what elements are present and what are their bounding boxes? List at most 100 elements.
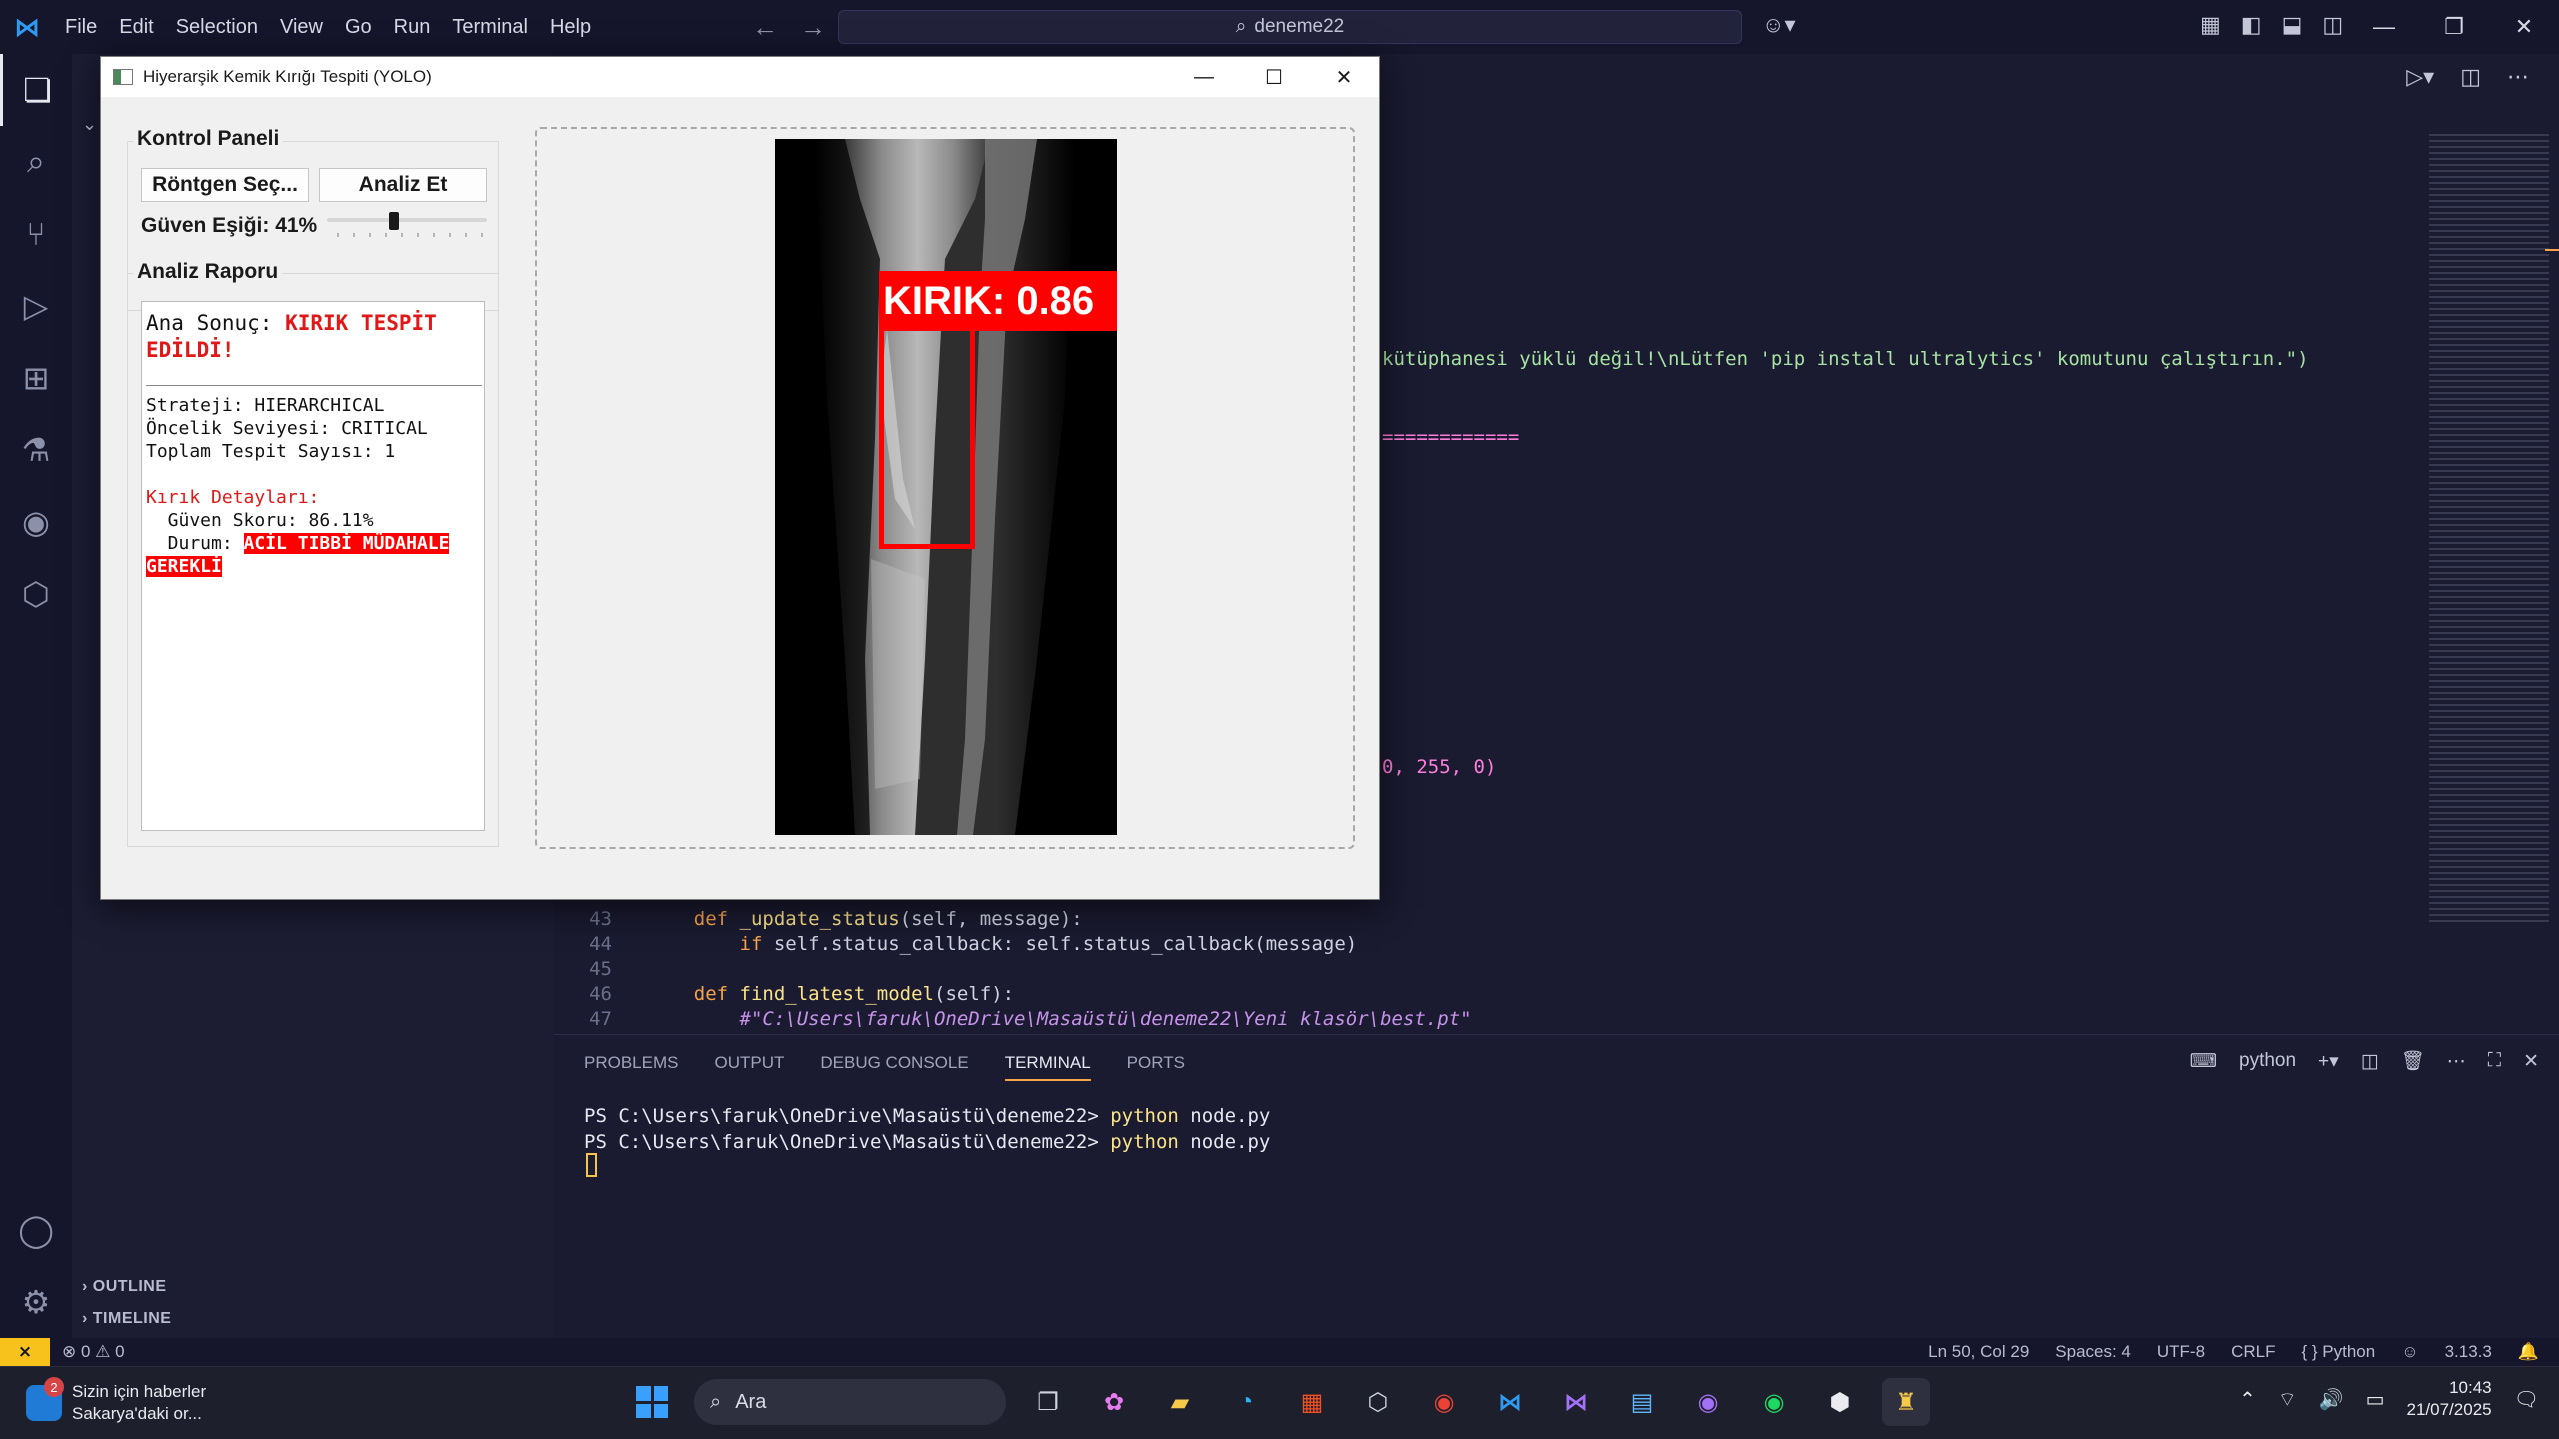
forward-arrow-icon[interactable]: → <box>800 12 826 43</box>
app-maximize-icon[interactable]: ☐ <box>1239 57 1309 97</box>
timeline-label: TIMELINE <box>92 1310 172 1327</box>
volume-icon[interactable]: 🔊 <box>2319 1387 2344 1412</box>
toggle-secondary-sidebar-icon[interactable]: ◫ <box>2322 12 2343 38</box>
menu-go[interactable]: Go <box>334 0 383 54</box>
menu-edit[interactable]: Edit <box>108 0 164 54</box>
menu-selection[interactable]: Selection <box>165 0 269 54</box>
close-icon[interactable]: ✕ <box>2489 0 2559 54</box>
source-control-icon[interactable]: ⑂ <box>0 198 72 270</box>
search-icon: ⌕ <box>710 1390 722 1413</box>
encoding[interactable]: UTF-8 <box>2157 1342 2205 1362</box>
minimap[interactable] <box>2429 134 2549 924</box>
chevron-down-icon[interactable]: ⌄ <box>82 114 97 135</box>
run-python-icon[interactable]: ▷▾ <box>2406 64 2434 90</box>
vscode-taskbar-icon[interactable]: ⋈ <box>1486 1378 1534 1426</box>
menu-help[interactable]: Help <box>539 0 602 54</box>
analyze-button[interactable]: Analiz Et <box>319 168 487 202</box>
toggle-sidebar-icon[interactable]: ◧ <box>2241 12 2262 38</box>
maximize-panel-icon[interactable]: ⛶ <box>2488 1050 2501 1072</box>
tab-ports[interactable]: PORTS <box>1127 1053 1185 1081</box>
restore-icon[interactable]: ❐ <box>2419 0 2489 54</box>
notifications-bell-icon[interactable]: 🔔 <box>2518 1342 2539 1362</box>
copilot-status-icon[interactable]: ☺ <box>2401 1342 2418 1362</box>
remote-indicator-icon[interactable]: ⨯ <box>0 1338 50 1366</box>
menu-terminal[interactable]: Terminal <box>441 0 539 54</box>
visual-studio-icon[interactable]: ⋈ <box>1552 1378 1600 1426</box>
language-mode[interactable]: { } Python <box>2301 1342 2375 1362</box>
copilot-app-icon[interactable]: ✿ <box>1090 1378 1138 1426</box>
extensions-icon[interactable]: ⊞ <box>0 342 72 414</box>
split-editor-icon[interactable]: ◫ <box>2460 64 2481 90</box>
terminal-line: PS C:\Users\faruk\OneDrive\Masaüstü\dene… <box>584 1131 1271 1153</box>
python-version[interactable]: 3.13.3 <box>2445 1342 2492 1362</box>
tab-problems[interactable]: PROBLEMS <box>584 1053 678 1081</box>
taskbar-search[interactable]: ⌕ Ara <box>694 1379 1006 1425</box>
cursor-position[interactable]: Ln 50, Col 29 <box>1928 1342 2029 1362</box>
tab-terminal[interactable]: TERMINAL <box>1004 1053 1091 1081</box>
github-desktop-icon[interactable]: ◉ <box>1684 1378 1732 1426</box>
end-of-line[interactable]: CRLF <box>2231 1342 2275 1362</box>
toggle-panel-icon[interactable]: ⬓ <box>2282 12 2303 38</box>
battery-icon[interactable]: ▭ <box>2366 1387 2385 1412</box>
tray-overflow-icon[interactable]: ⌃ <box>2239 1387 2256 1412</box>
more-actions-icon[interactable]: ⋯ <box>2507 64 2529 90</box>
status-bar: ⨯ ⊗ 0 ⚠ 0 Ln 50, Col 29 Spaces: 4 UTF-8 … <box>0 1338 2559 1366</box>
more-actions-icon[interactable]: ⋯ <box>2447 1050 2466 1073</box>
app-close-icon[interactable]: ✕ <box>1309 57 1379 97</box>
split-terminal-icon[interactable]: ◫ <box>2361 1050 2379 1073</box>
app-titlebar[interactable]: Hiyerarşik Kemik Kırığı Tespiti (YOLO) —… <box>101 57 1379 97</box>
python-app-icon[interactable]: ♜ <box>1882 1378 1930 1426</box>
outline-section[interactable]: › OUTLINE <box>82 1278 167 1296</box>
spotify-icon[interactable]: ◉ <box>1750 1378 1798 1426</box>
timeline-section[interactable]: › TIMELINE <box>82 1310 171 1328</box>
back-arrow-icon[interactable]: ← <box>752 12 778 43</box>
image-display-area: KIRIK: 0.86 <box>535 127 1355 849</box>
containers-icon[interactable]: ⬡ <box>0 558 72 630</box>
threshold-slider-track[interactable] <box>327 218 487 222</box>
chrome-icon[interactable]: ◉ <box>1420 1378 1468 1426</box>
terminal-shell-icon: ⌨ <box>2189 1050 2217 1072</box>
kill-terminal-icon[interactable]: 🗑 <box>2401 1049 2425 1073</box>
notification-center-icon[interactable]: 🗨 <box>2514 1387 2539 1412</box>
menu-view[interactable]: View <box>269 0 334 54</box>
menu-run[interactable]: Run <box>383 0 442 54</box>
command-center[interactable]: ⌕ deneme22 <box>838 10 1742 44</box>
file-explorer-icon[interactable]: ▰ <box>1156 1378 1204 1426</box>
news-icon: 2 <box>26 1377 64 1421</box>
vscode-titlebar: ⋈ File Edit Selection View Go Run Termin… <box>0 0 2559 54</box>
unity-hub-icon[interactable]: ⬢ <box>1816 1378 1864 1426</box>
tab-output[interactable]: OUTPUT <box>714 1053 784 1081</box>
run-debug-icon[interactable]: ▷ <box>0 270 72 342</box>
close-panel-icon[interactable]: ✕ <box>2523 1050 2539 1073</box>
menu-file[interactable]: File <box>54 0 108 54</box>
testing-icon[interactable]: ⚗ <box>0 414 72 486</box>
github-icon[interactable]: ◉ <box>0 486 72 558</box>
new-terminal-icon[interactable]: +▾ <box>2318 1050 2339 1073</box>
account-icon[interactable]: ◯ <box>0 1194 72 1266</box>
minimize-icon[interactable]: — <box>2349 0 2419 54</box>
explorer-icon[interactable]: ❏ <box>0 54 72 126</box>
clock[interactable]: 10:43 21/07/2025 <box>2407 1377 2492 1421</box>
task-view-icon[interactable]: ❐ <box>1024 1378 1072 1426</box>
notepad-icon[interactable]: ▤ <box>1618 1378 1666 1426</box>
wifi-icon[interactable]: ⌔ <box>2278 1387 2297 1412</box>
settings-gear-icon[interactable]: ⚙ <box>0 1266 72 1338</box>
copilot-icon[interactable]: ☺▾ <box>1762 12 1796 38</box>
chevron-right-icon: › <box>82 1278 88 1295</box>
search-icon[interactable]: ⌕ <box>0 126 72 198</box>
indentation[interactable]: Spaces: 4 <box>2055 1342 2131 1362</box>
select-xray-button[interactable]: Röntgen Seç... <box>141 168 309 202</box>
tab-debug-console[interactable]: DEBUG CONSOLE <box>820 1053 968 1081</box>
problems-count[interactable]: ⊗ 0 ⚠ 0 <box>62 1342 125 1362</box>
terminal-shell-label[interactable]: python <box>2239 1050 2296 1072</box>
news-widget[interactable]: 2 Sizin için haberler Sakarya'daki or... <box>26 1377 206 1425</box>
terminal-cursor[interactable] <box>586 1153 597 1177</box>
customize-layout-icon[interactable]: ▦ <box>2200 12 2221 38</box>
edge-browser-icon[interactable]: ◔ <box>1222 1378 1270 1426</box>
app-minimize-icon[interactable]: — <box>1169 57 1239 97</box>
analysis-report-text[interactable]: Ana Sonuç: KIRIK TESPİT EDİLDİ! Strateji… <box>141 301 485 831</box>
windows-start-icon[interactable] <box>628 1378 676 1426</box>
unity-icon[interactable]: ⬡ <box>1354 1378 1402 1426</box>
ms-store-icon[interactable]: ▦ <box>1288 1378 1336 1426</box>
threshold-slider-thumb[interactable] <box>388 212 399 230</box>
